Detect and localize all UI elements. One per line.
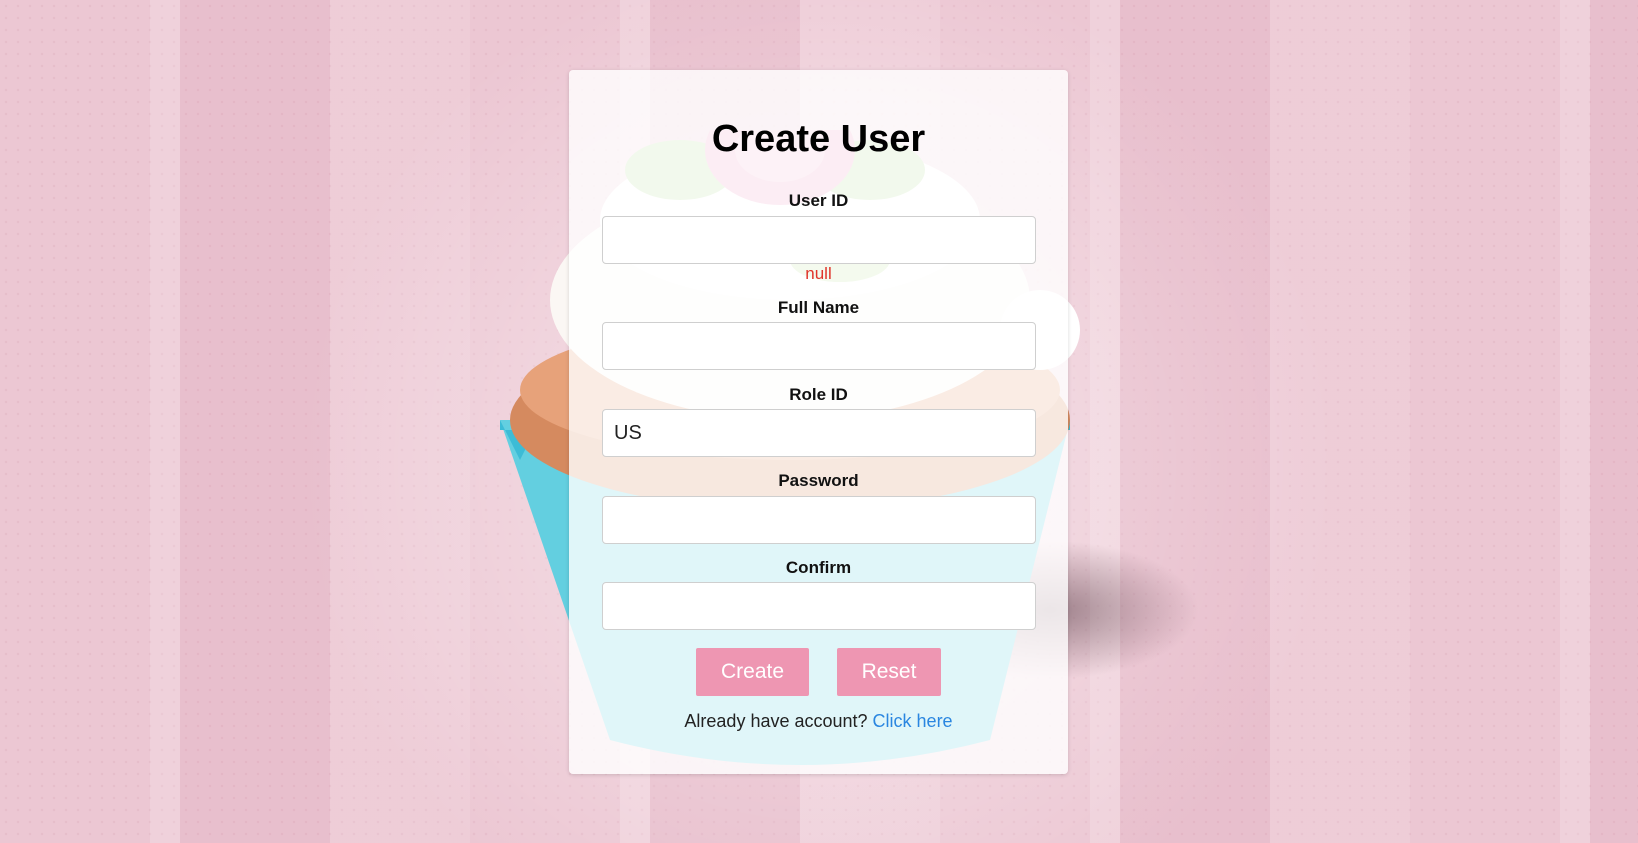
page-title: Create User (711, 118, 926, 160)
password-input[interactable] (602, 496, 1036, 544)
user-id-input[interactable] (602, 216, 1036, 264)
login-link[interactable]: Click here (873, 711, 953, 731)
login-prompt: Already have account? Click here (569, 711, 1068, 732)
user-id-label: User ID (788, 191, 849, 210)
confirm-label: Confirm (785, 558, 852, 577)
role-id-input[interactable] (602, 409, 1036, 457)
create-button[interactable]: Create (696, 648, 809, 696)
login-prompt-text: Already have account? (684, 711, 868, 731)
full-name-label: Full Name (777, 298, 860, 317)
user-id-error-message: null (805, 264, 832, 283)
reset-button[interactable]: Reset (837, 648, 941, 696)
confirm-password-input[interactable] (602, 582, 1036, 630)
full-name-input[interactable] (602, 322, 1036, 370)
password-label: Password (778, 471, 859, 490)
role-id-label: Role ID (789, 385, 848, 404)
create-user-card: Create User User ID null Full Name Role … (569, 70, 1068, 774)
